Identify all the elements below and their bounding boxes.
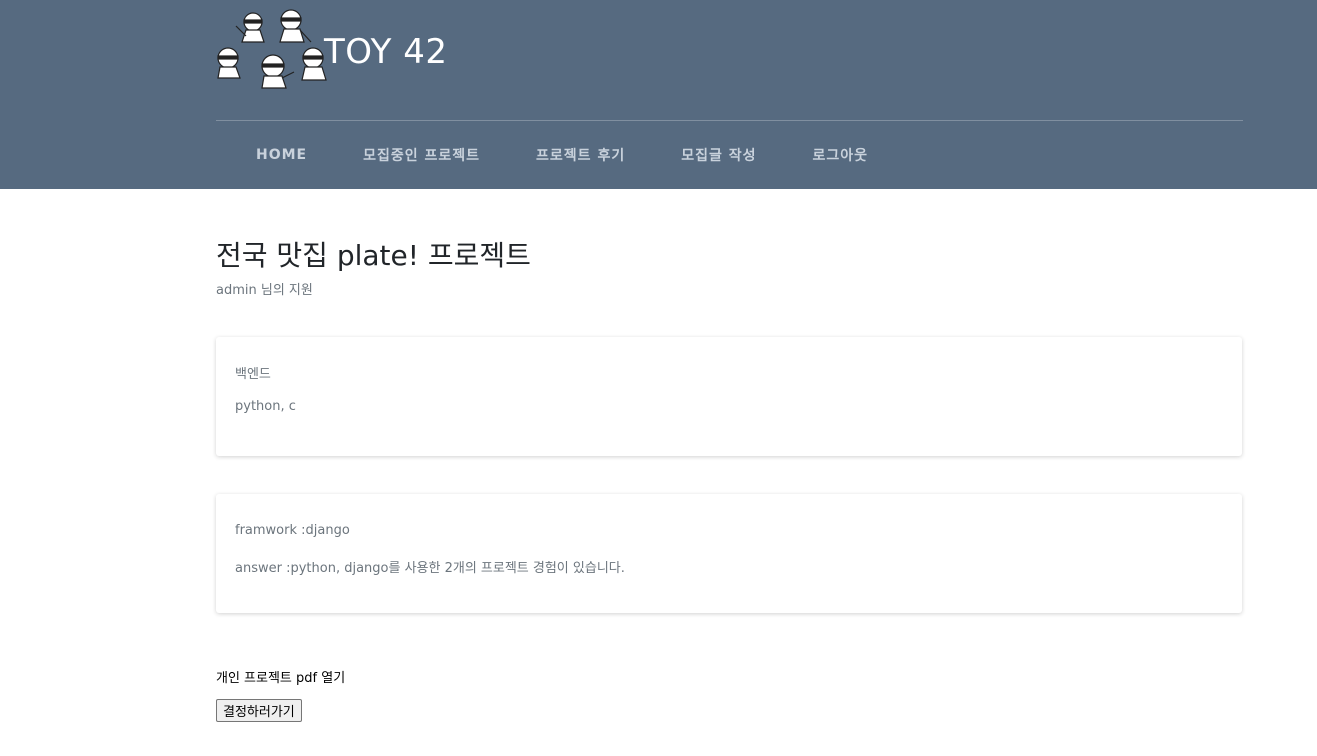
- applicant-subtitle: admin 님의 지원: [216, 283, 313, 298]
- card-framework: framwork :django: [235, 523, 350, 538]
- application-card-position: 백엔드 python, c: [216, 337, 1242, 456]
- page-title: 전국 맛집 plate! 프로젝트: [216, 239, 531, 272]
- decide-button[interactable]: 결정하러가기: [216, 699, 302, 722]
- nav-item-home[interactable]: HOME: [256, 147, 307, 163]
- card-position-label: 백엔드: [235, 367, 271, 382]
- card-skills: python, c: [235, 399, 296, 414]
- card-answer: answer :python, django를 사용한 2개의 프로젝트 경험이…: [235, 561, 625, 576]
- brand[interactable]: TOY 42: [216, 8, 476, 92]
- main-nav: HOME 모집중인 프로젝트 프로젝트 후기 모집글 작성 로그아웃: [216, 121, 868, 189]
- brand-title: TOY 42: [324, 32, 448, 72]
- ninja-group-logo-icon: [216, 8, 331, 92]
- open-pdf-link[interactable]: 개인 프로젝트 pdf 열기: [216, 667, 345, 686]
- nav-item-write-post[interactable]: 모집글 작성: [681, 145, 756, 165]
- header-inner: TOY 42 HOME 모집중인 프로젝트 프로젝트 후기 모집글 작성 로그아…: [216, 0, 1243, 189]
- application-card-answer: framwork :django answer :python, django를…: [216, 494, 1242, 613]
- nav-item-project-reviews[interactable]: 프로젝트 후기: [536, 145, 625, 165]
- site-header: TOY 42 HOME 모집중인 프로젝트 프로젝트 후기 모집글 작성 로그아…: [0, 0, 1317, 189]
- nav-item-logout[interactable]: 로그아웃: [812, 145, 868, 165]
- nav-item-recruiting-projects[interactable]: 모집중인 프로젝트: [363, 145, 480, 165]
